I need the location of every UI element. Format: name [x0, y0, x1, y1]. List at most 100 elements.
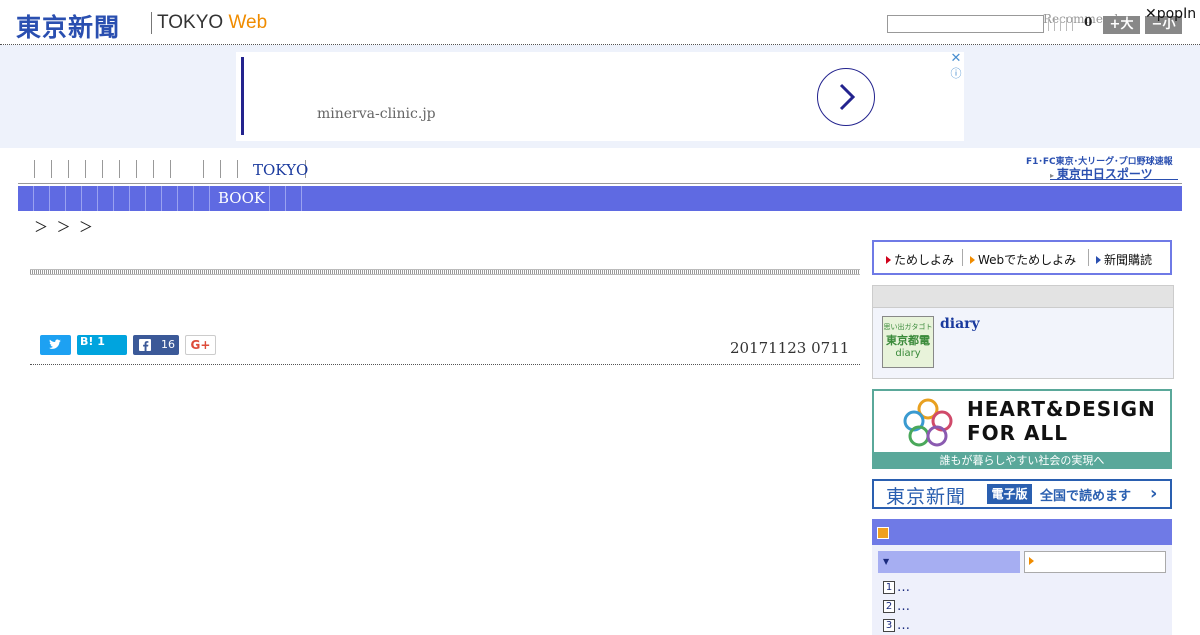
ad-url[interactable]: minerva-clinic.jp — [317, 106, 436, 122]
top-nav-item[interactable] — [68, 160, 85, 178]
hatena-icon: B! — [80, 335, 94, 348]
ranking-item-text: … — [897, 618, 910, 633]
popin-close-link[interactable]: ✕popIn — [1145, 6, 1196, 22]
category-nav-item-book[interactable]: BOOK — [218, 189, 265, 207]
twitter-icon — [49, 339, 61, 349]
chevron-down-icon: ▼ — [883, 557, 890, 566]
arrow-right-icon — [970, 256, 975, 264]
ad-accent-bar — [241, 57, 244, 135]
ranking-item[interactable]: 3… — [883, 618, 910, 633]
heart-design-title: HEART&DESIGN — [967, 397, 1156, 421]
category-nav-item[interactable] — [33, 186, 34, 211]
chevron-right-icon — [839, 83, 856, 111]
category-nav-item[interactable] — [269, 186, 270, 211]
chunichi-underline — [1050, 179, 1178, 180]
rank-number: 3 — [883, 619, 895, 632]
popin-label: popIn — [1156, 6, 1197, 22]
ranking-item-text: … — [897, 599, 910, 614]
breadcrumb[interactable]: ＞ ＞ ＞ — [34, 217, 93, 237]
top-nav-item[interactable] — [220, 160, 237, 178]
article-date: 20171123 0711 — [730, 339, 850, 357]
promo-divider — [1088, 249, 1089, 266]
ranking-icon — [877, 527, 889, 539]
close-icon: ✕ — [1145, 6, 1157, 22]
diary-thumb-sub: diary — [895, 348, 921, 359]
tokyo-web-logo[interactable]: TOKYO Web — [157, 12, 267, 34]
promo-label: ためしよみ — [894, 253, 955, 267]
promo-trial-reading-link[interactable]: ためしよみ — [886, 251, 954, 268]
top-nav-item[interactable] — [153, 160, 170, 178]
category-nav-item[interactable] — [145, 186, 146, 211]
category-nav-item[interactable] — [177, 186, 178, 211]
logo-tokyo-text: TOKYO — [157, 12, 224, 33]
digital-edition-logo: 東京新聞 — [886, 486, 967, 508]
chevron-right-icon: › — [1150, 483, 1158, 504]
top-nav-item[interactable] — [34, 160, 51, 178]
arrow-right-icon — [1029, 557, 1034, 565]
twitter-share-button[interactable] — [40, 335, 71, 355]
ranking-tab-inactive[interactable] — [1024, 551, 1166, 573]
promo-label: Webでためしよみ — [978, 253, 1077, 267]
ranking-tab-active[interactable] — [878, 551, 1020, 573]
promo-subscribe-link[interactable]: 新聞購読 — [1096, 251, 1152, 268]
hatena-count: 1 — [97, 335, 105, 348]
diary-box-header — [873, 286, 1173, 308]
ranking-item[interactable]: 1… — [883, 580, 910, 595]
flower-logo-icon — [903, 398, 953, 447]
category-nav-item[interactable] — [161, 186, 162, 211]
diary-thumb-title: 東京都電 — [886, 334, 930, 347]
tokyo-shimbun-logo[interactable]: 東京新聞 — [16, 8, 120, 44]
subscription-promo: ためしよみ Webでためしよみ 新聞購読 — [872, 240, 1172, 275]
ad-info-icon[interactable]: ⓘ — [949, 67, 963, 81]
top-nav-item[interactable] — [136, 160, 153, 178]
category-nav-item[interactable] — [301, 186, 302, 211]
category-nav-item[interactable] — [65, 186, 66, 211]
diary-thumbnail[interactable]: 思い出ガタゴト 東京都電 diary — [882, 316, 934, 368]
category-nav-item[interactable] — [113, 186, 114, 211]
article-title-rule — [30, 269, 860, 275]
arrow-right-icon — [1096, 256, 1101, 264]
google-plus-button[interactable]: G+ — [185, 335, 216, 355]
top-nav-item[interactable] — [51, 160, 68, 178]
diary-thumb-caption: 思い出ガタゴト — [883, 323, 933, 331]
top-nav-item[interactable] — [119, 160, 136, 178]
facebook-count: 16 — [161, 338, 175, 351]
top-nav-item[interactable] — [102, 160, 119, 178]
rank-number: 2 — [883, 600, 895, 613]
ranking-item-text: … — [897, 580, 910, 595]
promo-label: 新聞購読 — [1104, 253, 1153, 267]
promo-divider — [962, 249, 963, 266]
promo-web-trial-link[interactable]: Webでためしよみ — [970, 251, 1076, 268]
category-nav-item[interactable] — [49, 186, 50, 211]
article-date-divider — [30, 364, 860, 365]
ad-next-button[interactable] — [817, 68, 875, 126]
top-nav-item-tokyo[interactable]: TOKYO — [253, 161, 308, 179]
diary-title-link[interactable]: diary — [940, 316, 980, 332]
font-size-big-button[interactable]: +大 — [1103, 16, 1140, 34]
category-nav-item[interactable] — [285, 186, 286, 211]
category-nav-item[interactable] — [129, 186, 130, 211]
category-nav-item[interactable] — [97, 186, 98, 211]
arrow-right-icon — [886, 256, 891, 264]
category-nav-item[interactable] — [81, 186, 82, 211]
rank-number: 1 — [883, 581, 895, 594]
ranking-header — [872, 519, 1172, 545]
heart-design-subtitle: FOR ALL — [967, 421, 1068, 445]
top-nav-item[interactable] — [170, 160, 203, 178]
top-nav-item[interactable] — [85, 160, 102, 178]
hatena-bookmark-button[interactable]: B! 1 — [77, 335, 127, 355]
digital-edition-tag: 電子版 — [987, 484, 1032, 504]
top-nav-divider — [18, 183, 1182, 184]
digital-edition-text: 全国で読めます — [1040, 489, 1132, 504]
top-nav-item[interactable] — [203, 160, 220, 178]
category-nav-item[interactable] — [193, 186, 194, 211]
heart-design-caption: 誰もが暮らしやすい社会の実現へ — [872, 452, 1172, 469]
facebook-icon — [139, 339, 151, 351]
recommend-counter: 0 — [1084, 15, 1093, 29]
ranking-item[interactable]: 2… — [883, 599, 910, 614]
category-nav-item[interactable] — [209, 186, 210, 211]
logo-web-text: Web — [228, 12, 268, 33]
search-input[interactable] — [887, 15, 1044, 33]
ad-close-icon[interactable]: ✕ — [949, 52, 963, 66]
recommend-bar — [1048, 17, 1078, 31]
